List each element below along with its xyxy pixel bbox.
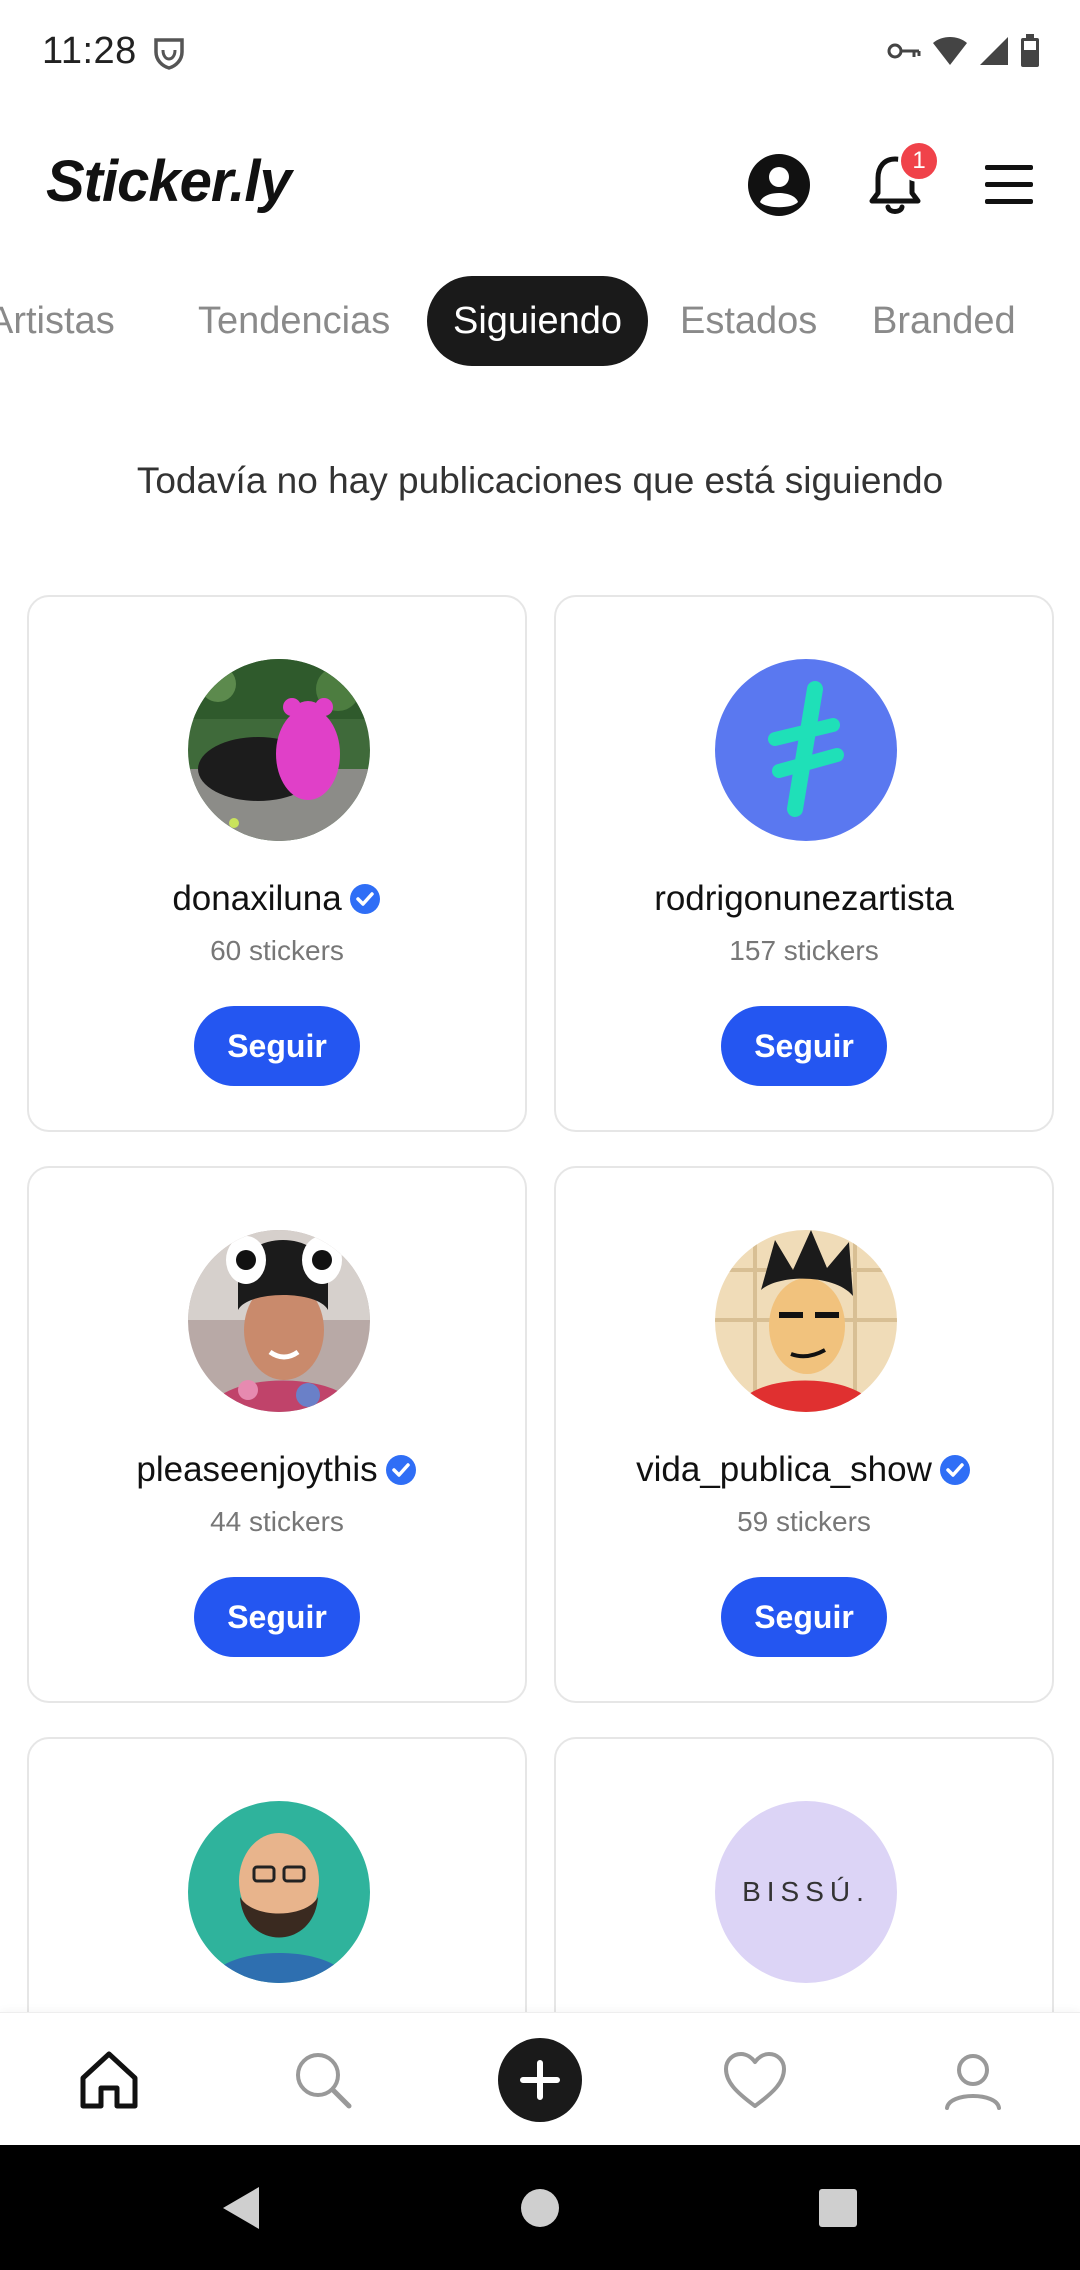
home-button[interactable] (515, 2183, 565, 2233)
status-time: 11:28 (42, 30, 137, 72)
menu-button[interactable] (964, 140, 1054, 230)
category-tabs: Artistas Tendencias Siguiendo Estados Br… (0, 276, 1080, 368)
profile-button[interactable] (734, 140, 824, 230)
battery-icon (1020, 34, 1040, 68)
avatar[interactable] (188, 1230, 370, 1412)
brand-logo-text: BISSÚ. (742, 1876, 870, 1907)
bottom-navigation (0, 2012, 1080, 2145)
nav-favorites[interactable] (710, 2035, 800, 2125)
wifi-icon (932, 35, 968, 67)
hamburger-icon (985, 165, 1033, 204)
system-navigation-bar (0, 2145, 1080, 2270)
nav-profile[interactable] (928, 2035, 1018, 2125)
profile-icon (748, 154, 810, 216)
app-logo: Sticker.ly (46, 149, 292, 214)
tab-siguiendo[interactable]: Siguiendo (427, 276, 649, 366)
tab-branded[interactable]: Branded (872, 276, 1016, 366)
follow-button[interactable]: Seguir (721, 1006, 887, 1086)
creator-name[interactable]: pleaseenjoythis (136, 1450, 377, 1490)
creator-card[interactable]: pleaseenjoythis 44 stickers Seguir (27, 1166, 527, 1703)
sticker-count: 44 stickers (210, 1506, 344, 1537)
creator-name-row: vida_publica_show (556, 1450, 1052, 1490)
empty-following-message: Todavía no hay publicaciones que está si… (136, 460, 944, 501)
sticker-count: 59 stickers (737, 1506, 871, 1537)
nav-home[interactable] (64, 2035, 154, 2125)
creator-card[interactable]: vida_publica_show 59 stickers Seguir (554, 1166, 1054, 1703)
avatar[interactable] (715, 1230, 897, 1412)
verified-badge-icon (349, 884, 380, 914)
home-circle-icon (521, 2189, 559, 2227)
nav-search[interactable] (278, 2035, 368, 2125)
creator-name-row: rodrigonunezartista (556, 879, 1052, 919)
back-button[interactable] (215, 2183, 265, 2233)
recents-square-icon (819, 2189, 857, 2227)
nav-create[interactable] (495, 2035, 585, 2125)
signal-icon (978, 35, 1010, 67)
status-icons (886, 34, 1040, 68)
avatar[interactable] (188, 659, 370, 841)
recents-button[interactable] (813, 2183, 863, 2233)
verified-badge-icon (385, 1455, 416, 1485)
avatar[interactable] (715, 659, 897, 841)
home-icon (80, 2051, 138, 2109)
search-icon (296, 2053, 352, 2109)
follow-button[interactable]: Seguir (721, 1577, 887, 1657)
shield-icon (152, 36, 186, 70)
sticker-count: 157 stickers (729, 935, 879, 966)
back-triangle-icon (223, 2187, 259, 2229)
follow-button[interactable]: Seguir (194, 1006, 360, 1086)
creator-card[interactable]: donaxiluna 60 stickers Seguir (27, 595, 527, 1132)
user-icon (945, 2054, 1001, 2110)
avatar[interactable] (188, 1801, 370, 1983)
creator-card[interactable]: rodrigonunezartista 157 stickers Seguir (554, 595, 1054, 1132)
follow-button[interactable]: Seguir (194, 1577, 360, 1657)
notification-badge: 1 (898, 140, 940, 182)
status-bar: 11:28 (0, 0, 1080, 110)
creator-name[interactable]: rodrigonunezartista (654, 879, 954, 919)
notifications-button[interactable]: 1 (850, 140, 940, 230)
plus-icon (498, 2038, 582, 2122)
creator-name[interactable]: vida_publica_show (636, 1450, 932, 1490)
tab-tendencias[interactable]: Tendencias (198, 276, 390, 366)
creator-name-row: donaxiluna (29, 879, 525, 919)
creator-name[interactable]: donaxiluna (172, 879, 341, 919)
verified-badge-icon (939, 1455, 970, 1485)
app-header: Sticker.ly 1 (0, 130, 1080, 240)
key-icon (886, 39, 922, 63)
tab-artistas[interactable]: Artistas (0, 276, 115, 366)
tab-estados[interactable]: Estados (680, 276, 817, 366)
sticker-count: 60 stickers (210, 935, 344, 966)
creator-name-row: pleaseenjoythis (29, 1450, 525, 1490)
avatar[interactable]: BISSÚ. (715, 1801, 897, 1983)
heart-icon (724, 2052, 786, 2108)
